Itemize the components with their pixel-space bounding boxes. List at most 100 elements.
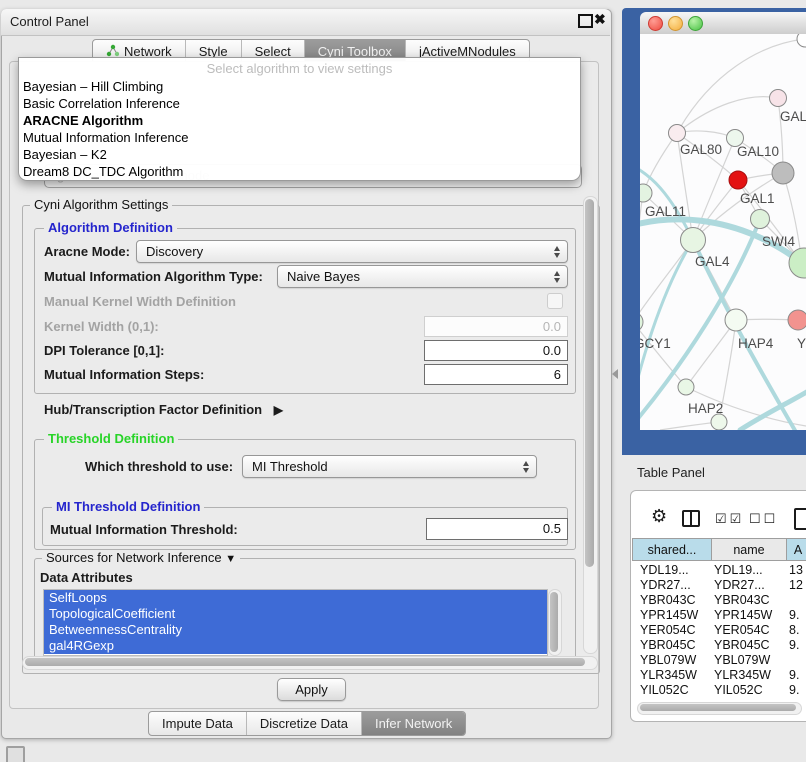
apply-button[interactable]: Apply (277, 678, 346, 701)
aracne-mode-value: Discovery (146, 244, 203, 259)
mi-threshold-field[interactable]: 0.5 (426, 518, 568, 540)
attribute-item-selfloops[interactable]: SelfLoops (44, 590, 547, 606)
manual-kernel-checkbox[interactable] (547, 293, 563, 309)
combo-arrows-icon (554, 271, 560, 283)
algorithm-option-bayesian-hill-climbing[interactable]: Bayesian – Hill Climbing (19, 78, 580, 95)
settings-vertical-scrollbar-thumb[interactable] (585, 199, 594, 567)
network-node-gcy1[interactable] (640, 312, 643, 332)
table-cell: YDR27... (632, 578, 710, 593)
network-node-hap4[interactable] (725, 309, 747, 331)
which-threshold-combo[interactable]: MI Threshold (242, 455, 537, 478)
table-cell: YLR345W (710, 668, 784, 683)
window-minimize-button[interactable] (668, 16, 683, 31)
attribute-item-gal4rgexp[interactable]: gal4RGexp (44, 638, 547, 654)
mi-steps-field[interactable]: 6 (424, 364, 568, 385)
table-row[interactable]: YBL079WYBL079W (632, 653, 806, 668)
minimized-window-icon[interactable] (6, 746, 25, 762)
settings-horizontal-scrollbar[interactable] (22, 656, 598, 670)
table-row[interactable]: YER054CYER054C8. (632, 623, 806, 638)
algorithm-option-bayesian-k2[interactable]: Bayesian – K2 (19, 146, 580, 163)
attribute-item-topologicalcoefficient[interactable]: TopologicalCoefficient (44, 606, 547, 622)
table-cell: 8. (784, 623, 806, 638)
mi-threshold-label: Mutual Information Threshold: (50, 522, 238, 537)
tab-impute-data[interactable]: Impute Data (149, 712, 247, 735)
column-header-name[interactable]: name (712, 538, 787, 561)
node-label: GAL1 (740, 191, 775, 206)
sources-title[interactable]: Sources for Network Inference ▼ (42, 551, 240, 566)
attribute-item-betweennesscentrality[interactable]: BetweennessCentrality (44, 622, 547, 638)
algorithm-option-basic-correlation-inference[interactable]: Basic Correlation Inference (19, 95, 580, 112)
gear-icon[interactable]: ⚙ (651, 506, 667, 527)
table-cell: YBR045C (710, 638, 784, 653)
network-node-gal4[interactable] (681, 228, 706, 253)
algorithm-option-aracne-algorithm[interactable]: ARACNE Algorithm (19, 112, 580, 129)
table-header: shared...nameA (632, 538, 806, 561)
deselect-all-columns-icon[interactable]: ☐☐ (749, 511, 778, 527)
network-window-titlebar[interactable] (640, 12, 806, 35)
float-window-icon[interactable] (578, 14, 593, 28)
table-horizontal-scrollbar[interactable] (637, 702, 802, 715)
table-cell: YBL079W (710, 653, 784, 668)
network-node-gal2[interactable] (770, 90, 787, 107)
settings-horizontal-scrollbar-thumb[interactable] (25, 658, 585, 666)
algorithm-option-dream8-dc-tdc-algorithm[interactable]: Dream8 DC_TDC Algorithm (19, 163, 580, 180)
table-panel-title: Table Panel (637, 465, 705, 480)
aracne-mode-combo[interactable]: Discovery (136, 240, 568, 263)
table-row[interactable]: YDL19...YDL19...13 (632, 563, 806, 578)
network-node-y[interactable] (788, 310, 806, 330)
network-node[interactable] (772, 162, 794, 184)
close-icon[interactable]: ✖ (594, 11, 606, 28)
columns-icon[interactable] (682, 510, 700, 527)
network-node[interactable] (711, 414, 727, 430)
column-header-a[interactable]: A (787, 538, 806, 561)
control-panel-title: Control Panel (10, 14, 89, 29)
panel-divider-grabber[interactable] (612, 369, 618, 379)
table-row[interactable]: YPR145WYPR145W9. (632, 608, 806, 623)
table-cell: YBR043C (710, 593, 784, 608)
network-node-gal80[interactable] (669, 125, 686, 142)
node-label: GCY1 (640, 336, 671, 351)
table-row[interactable]: YIL052CYIL052C9. (632, 683, 806, 698)
table-row[interactable]: YDR27...YDR27...12 (632, 578, 806, 593)
node-label: GAL10 (737, 144, 779, 159)
which-threshold-label: Which threshold to use: (85, 459, 233, 474)
network-node[interactable] (797, 34, 806, 47)
data-attributes-list[interactable]: SelfLoopsTopologicalCoefficientBetweenne… (43, 589, 548, 656)
tab-infer-network[interactable]: Infer Network (362, 712, 465, 735)
network-node-hap2[interactable] (678, 379, 694, 395)
network-canvas[interactable]: GAL2GAL80GAL10GAL1GAL11SWI4GAL4GCY1HAP4Y… (640, 34, 806, 430)
dpi-tolerance-label: DPI Tolerance [0,1]: (44, 343, 164, 358)
which-threshold-value: MI Threshold (252, 459, 328, 474)
table-function-icon[interactable] (794, 508, 806, 530)
window-close-button[interactable] (648, 16, 663, 31)
network-nodes[interactable]: GAL2GAL80GAL10GAL1GAL11SWI4GAL4GCY1HAP4Y… (640, 34, 806, 430)
column-header-shared[interactable]: shared... (632, 538, 712, 561)
table-cell: 12 (784, 578, 806, 593)
mi-threshold-title: MI Threshold Definition (52, 500, 204, 514)
table-row[interactable]: YLR345WYLR345W9. (632, 668, 806, 683)
algorithm-option-mutual-information-inference[interactable]: Mutual Information Inference (19, 129, 580, 146)
network-graph: GAL2GAL80GAL10GAL1GAL11SWI4GAL4GCY1HAP4Y… (640, 34, 806, 430)
network-node-gal1[interactable] (729, 171, 747, 189)
window-zoom-button[interactable] (688, 16, 703, 31)
settings-vertical-scrollbar[interactable] (583, 196, 598, 654)
tab-discretize-data[interactable]: Discretize Data (247, 712, 362, 735)
sources-title-label: Sources for Network Inference (46, 550, 222, 565)
hub-definition-expander[interactable]: Hub/Transcription Factor Definition ▶ (44, 402, 283, 417)
combo-arrows-icon (554, 246, 560, 258)
table-cell: YER054C (710, 623, 784, 638)
select-all-columns-icon[interactable]: ☑☑ (715, 511, 744, 527)
table-cell: YER054C (632, 623, 710, 638)
mi-algorithm-type-combo[interactable]: Naive Bayes (277, 265, 568, 288)
table-row[interactable]: YBR043CYBR043C (632, 593, 806, 608)
attributes-scrollbar-thumb[interactable] (550, 592, 558, 652)
network-node-swi4[interactable] (751, 210, 770, 229)
table-horizontal-scrollbar-thumb[interactable] (640, 704, 796, 711)
dpi-tolerance-field[interactable]: 0.0 (424, 340, 568, 361)
attributes-scrollbar[interactable] (548, 589, 562, 656)
bottom-tabs: Impute DataDiscretize DataInfer Network (148, 711, 466, 736)
table-cell: YBL079W (632, 653, 710, 668)
node-label: Y (797, 336, 806, 351)
table-row[interactable]: YBR045CYBR045C9. (632, 638, 806, 653)
table-cell: YDL19... (710, 563, 784, 578)
